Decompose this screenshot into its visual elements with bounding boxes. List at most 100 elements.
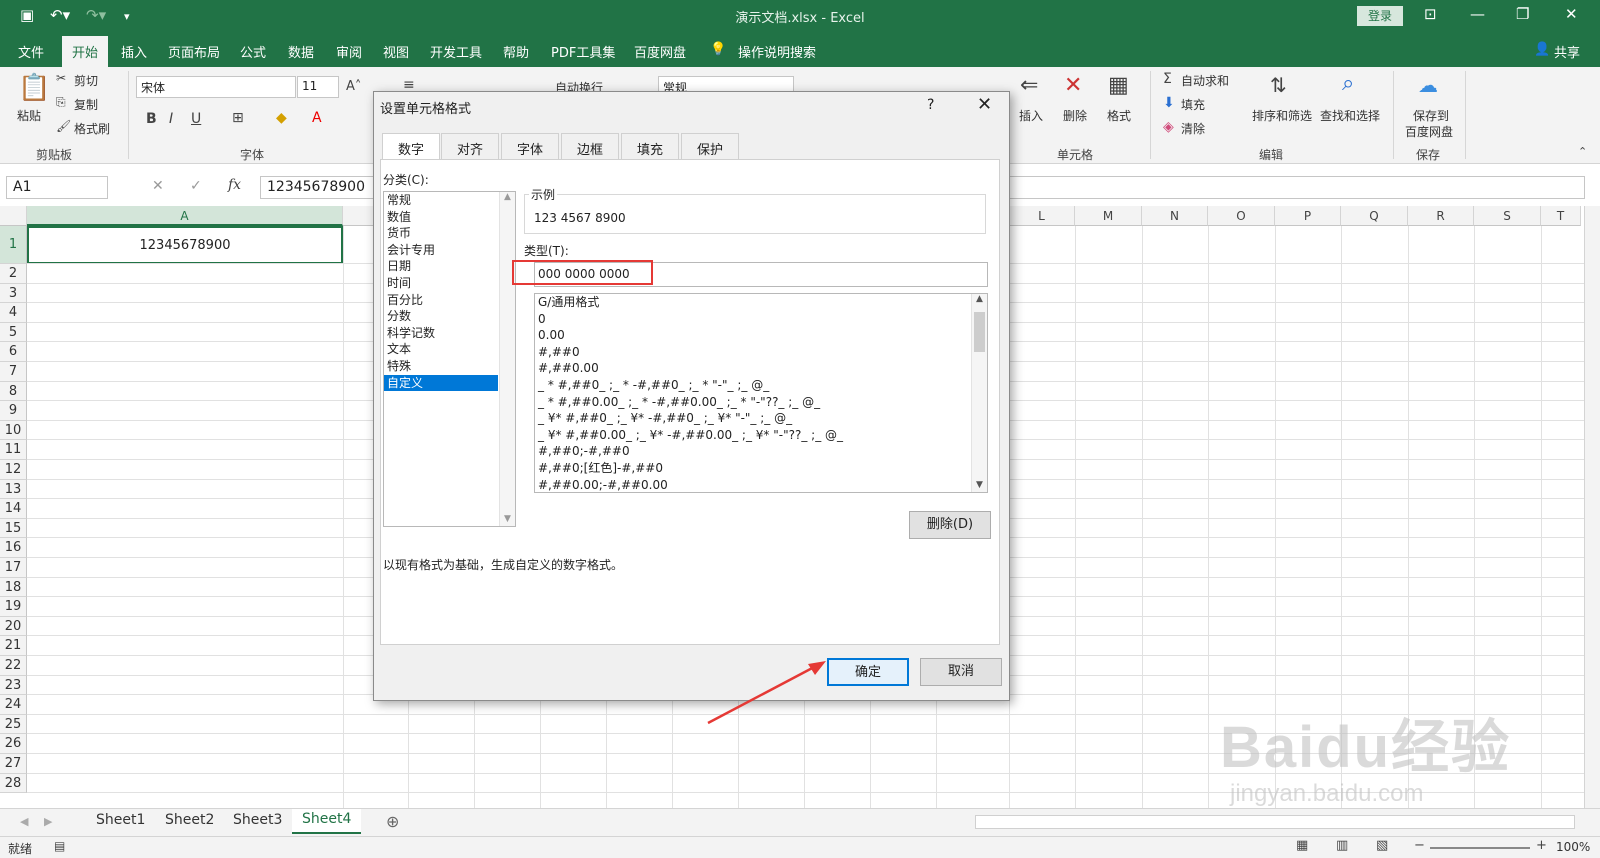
category-item[interactable]: 分数 (384, 308, 515, 325)
confirm-entry-icon[interactable]: ✓ (190, 178, 202, 194)
find-select-button[interactable]: 查找和选择 (1320, 107, 1380, 124)
row-header[interactable]: 24 (0, 695, 27, 715)
zoom-in-icon[interactable]: + (1536, 838, 1547, 853)
font-color-icon[interactable]: A (312, 110, 322, 126)
column-header-n[interactable]: N (1142, 206, 1208, 226)
collapse-ribbon-icon[interactable]: ⌃ (1578, 145, 1587, 158)
row-header[interactable]: 17 (0, 558, 27, 578)
row-header[interactable]: 16 (0, 538, 27, 558)
paste-button[interactable]: 粘贴 (17, 107, 41, 124)
next-sheet-icon[interactable]: ▶ (44, 815, 52, 828)
format-item[interactable]: #,##0;[红色]-#,##0 (535, 460, 987, 477)
row-header[interactable]: 4 (0, 303, 27, 323)
add-sheet-icon[interactable]: ⊕ (386, 812, 399, 831)
border-icon[interactable]: ⊞ (232, 110, 244, 126)
fill-color-icon[interactable]: ◆ (276, 110, 287, 126)
format-item[interactable]: _ ¥* #,##0_ ;_ ¥* -#,##0_ ;_ ¥* "-"_ ;_ … (535, 410, 987, 427)
delete-format-button[interactable]: 删除(D) (909, 511, 991, 539)
column-header-m[interactable]: M (1075, 206, 1142, 226)
close-icon[interactable]: ✕ (1565, 5, 1578, 23)
row-header[interactable]: 18 (0, 577, 27, 598)
column-header-q[interactable]: Q (1341, 206, 1408, 226)
category-item-selected[interactable]: 自定义 (384, 374, 498, 392)
dialog-tab-fill[interactable]: 填充 (621, 133, 680, 160)
category-item[interactable]: 特殊 (384, 358, 515, 375)
category-item[interactable]: 时间 (384, 275, 515, 292)
format-scrollbar[interactable]: ▲ ▼ (971, 294, 987, 492)
row-header[interactable]: 3 (0, 283, 27, 304)
row-header[interactable]: 1 (0, 226, 27, 264)
minimize-icon[interactable]: — (1470, 5, 1485, 23)
zoom-slider[interactable] (1430, 847, 1530, 849)
category-item[interactable]: 常规 (384, 192, 515, 209)
row-header[interactable]: 12 (0, 460, 27, 480)
help-button[interactable]: ? (927, 97, 934, 113)
horizontal-scrollbar[interactable] (975, 815, 1575, 829)
fill-button[interactable]: 填充 (1181, 96, 1205, 113)
tab-data[interactable]: 数据 (288, 42, 314, 61)
category-item[interactable]: 百分比 (384, 292, 515, 309)
dialog-tab-protection[interactable]: 保护 (681, 133, 740, 160)
row-header[interactable]: 7 (0, 362, 27, 382)
row-header[interactable]: 6 (0, 342, 27, 362)
ok-button[interactable]: 确定 (827, 658, 909, 686)
row-header[interactable]: 10 (0, 420, 27, 441)
format-list[interactable]: G/通用格式 0 0.00 #,##0 #,##0.00 _ * #,##0_ … (534, 293, 988, 493)
row-header[interactable]: 15 (0, 518, 27, 539)
format-item[interactable]: #,##0.00;-#,##0.00 (535, 477, 987, 492)
tab-page-layout[interactable]: 页面布局 (168, 42, 220, 61)
zoom-out-icon[interactable]: − (1414, 838, 1425, 853)
insert-cells-button[interactable]: 插入 (1019, 107, 1043, 124)
row-header[interactable]: 27 (0, 754, 27, 774)
row-header[interactable]: 20 (0, 616, 27, 637)
column-header-t[interactable]: T (1541, 206, 1581, 226)
dialog-tab-number[interactable]: 数字 (382, 133, 441, 161)
dialog-close-icon[interactable]: ✕ (977, 94, 992, 115)
row-header[interactable]: 5 (0, 322, 27, 343)
scroll-up-icon[interactable]: ▲ (500, 192, 515, 202)
tab-home[interactable]: 开始 (62, 36, 109, 67)
row-header[interactable]: 28 (0, 773, 27, 794)
column-header-p[interactable]: P (1275, 206, 1341, 226)
cell-a1[interactable]: 12345678900 (27, 226, 343, 264)
format-item[interactable]: G/通用格式 (535, 294, 987, 311)
sheet-tab-1[interactable]: Sheet1 (96, 812, 145, 828)
page-break-view-icon[interactable]: ▧ (1376, 838, 1388, 853)
tell-me-search[interactable]: 操作说明搜索 (738, 42, 816, 61)
underline-icon[interactable]: U (191, 111, 201, 127)
login-button[interactable]: 登录 (1357, 6, 1403, 26)
dialog-tab-border[interactable]: 边框 (561, 133, 620, 160)
tab-baidu-netdisk[interactable]: 百度网盘 (634, 42, 686, 61)
format-item[interactable]: #,##0.00 (535, 360, 987, 377)
scroll-up-icon[interactable]: ▲ (972, 294, 987, 304)
page-layout-view-icon[interactable]: ▥ (1336, 838, 1348, 853)
tab-view[interactable]: 视图 (383, 42, 409, 61)
paste-icon[interactable]: 📋 (18, 73, 50, 103)
column-header-o[interactable]: O (1208, 206, 1275, 226)
row-header[interactable]: 26 (0, 734, 27, 754)
sheet-tab-3[interactable]: Sheet3 (233, 812, 282, 828)
font-name-select[interactable]: 宋体 (136, 76, 296, 98)
row-header[interactable]: 8 (0, 381, 27, 402)
scroll-down-icon[interactable]: ▼ (500, 514, 515, 524)
category-list[interactable]: 常规 数值 货币 会计专用 日期 时间 百分比 分数 科学记数 文本 特殊 自定… (383, 191, 516, 527)
category-item[interactable]: 科学记数 (384, 325, 515, 342)
tab-help[interactable]: 帮助 (503, 42, 529, 61)
autosum-button[interactable]: 自动求和 (1181, 72, 1229, 89)
cut-button[interactable]: 剪切 (74, 72, 98, 89)
row-header[interactable]: 11 (0, 440, 27, 460)
sort-filter-button[interactable]: 排序和筛选 (1252, 107, 1312, 124)
sheet-tab-4[interactable]: Sheet4 (292, 809, 362, 834)
italic-icon[interactable]: I (169, 111, 173, 127)
tab-review[interactable]: 审阅 (336, 42, 362, 61)
name-box[interactable]: A1 (6, 176, 108, 199)
tab-pdf-tools[interactable]: PDF工具集 (551, 42, 615, 61)
format-item[interactable]: 0.00 (535, 327, 987, 344)
format-item[interactable]: #,##0;-#,##0 (535, 443, 987, 460)
vertical-scrollbar[interactable] (1584, 206, 1600, 808)
category-item[interactable]: 会计专用 (384, 242, 515, 259)
row-header[interactable]: 25 (0, 714, 27, 735)
column-header-s[interactable]: S (1474, 206, 1541, 226)
increase-font-icon[interactable]: A˄ (346, 79, 361, 94)
tab-developer[interactable]: 开发工具 (430, 42, 482, 61)
